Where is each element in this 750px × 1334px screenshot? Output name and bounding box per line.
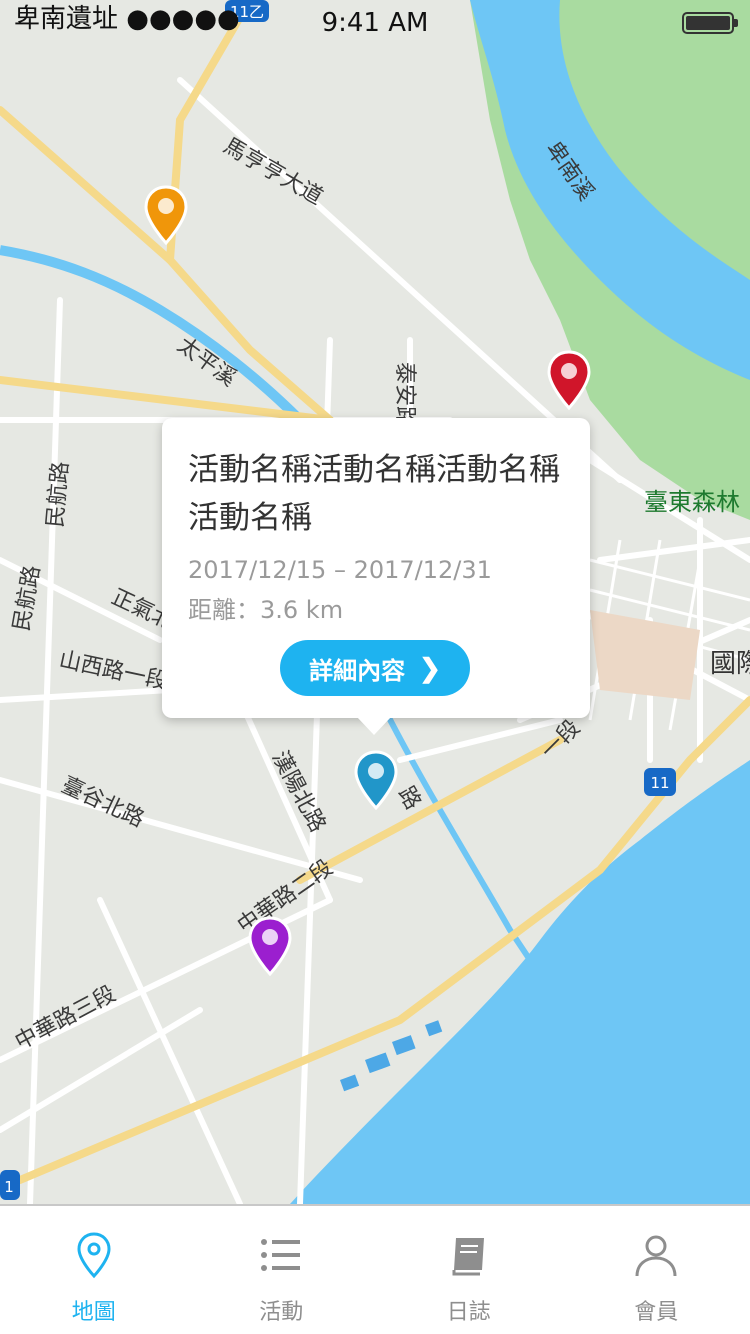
detail-button-label: 詳細內容 (309, 657, 406, 685)
event-title: 活動名稱活動名稱活動名稱活動名稱 (188, 452, 560, 536)
tab-journal[interactable]: 日誌 (375, 1206, 563, 1334)
tab-activities[interactable]: 活動 (188, 1206, 376, 1334)
tab-map[interactable]: 地圖 (0, 1206, 188, 1334)
tab-member[interactable]: 會員 (563, 1206, 750, 1334)
map-pin-icon (77, 1232, 111, 1279)
tab-member-label: 會員 (634, 1300, 679, 1325)
tab-activities-label: 活動 (259, 1300, 304, 1325)
purple-pin[interactable] (247, 916, 293, 976)
tab-map-label: 地圖 (71, 1300, 116, 1325)
status-bar: 卑南遺址 ●●●●● 9:41 AM (0, 0, 750, 44)
chevron-right-icon: ❯ (419, 652, 441, 683)
battery-icon (682, 12, 738, 34)
event-popup: 活動名稱活動名稱活動名稱活動名稱 2017/12/15 – 2017/12/31… (162, 418, 590, 735)
book-icon (452, 1238, 484, 1276)
label-forest: 臺東森林 (644, 488, 740, 516)
popup-pointer (357, 717, 391, 735)
orange-pin[interactable] (143, 185, 189, 245)
list-icon (261, 1239, 301, 1271)
blue-pin[interactable] (353, 750, 399, 810)
status-time: 9:41 AM (321, 8, 429, 38)
route-1-label: 1 (4, 1178, 14, 1196)
tab-journal-label: 日誌 (446, 1300, 491, 1325)
route-11-label: 11 (650, 774, 669, 792)
event-dates: 2017/12/15 – 2017/12/31 (188, 556, 492, 584)
event-distance: 距離：3.6 km (188, 596, 344, 624)
tab-bar: 地圖 活動 日誌 會員 (0, 1204, 750, 1334)
label-airport: 國際 (710, 649, 750, 679)
detail-button[interactable]: 詳細內容 ❯ (280, 640, 470, 696)
red-pin[interactable] (546, 350, 592, 410)
person-icon (635, 1235, 677, 1277)
